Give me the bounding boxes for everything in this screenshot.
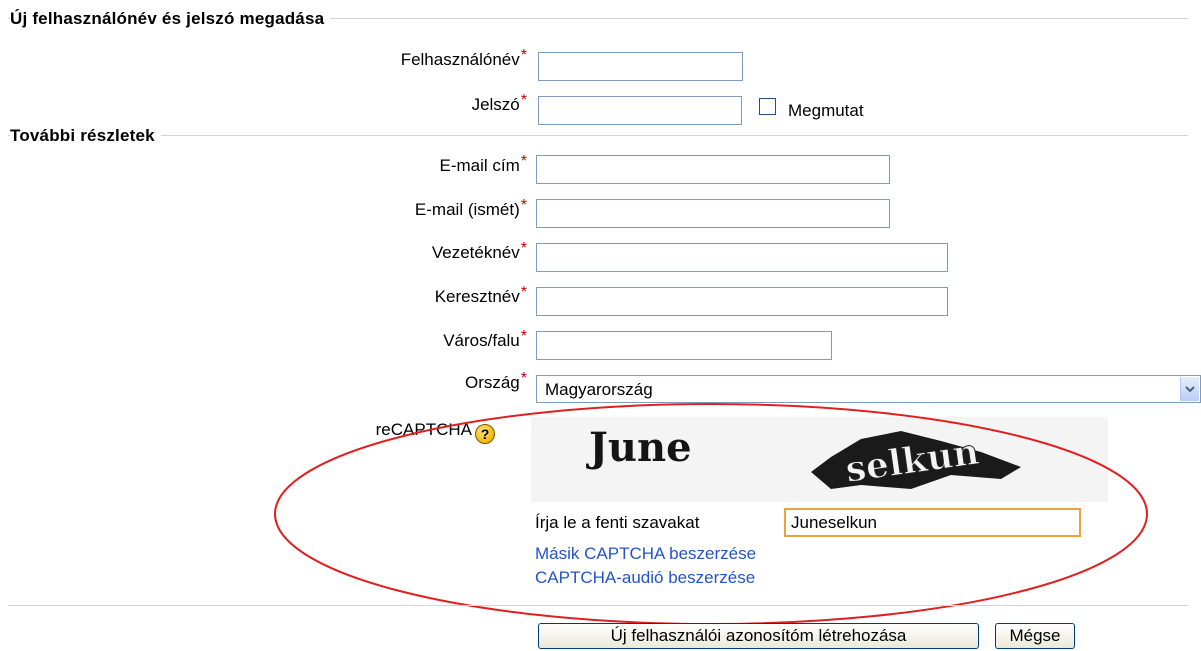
section-divider: [8, 135, 1188, 136]
get-another-captcha-link[interactable]: Másik CAPTCHA beszerzése: [535, 544, 756, 564]
required-mark: *: [520, 284, 527, 301]
lastname-label: Vezetéknév*: [431, 240, 527, 262]
firstname-input[interactable]: [536, 287, 948, 316]
required-mark: *: [520, 328, 527, 345]
country-selected-value: Magyarország: [545, 380, 653, 399]
username-label: Felhasználónév*: [400, 47, 527, 69]
recaptcha-label: reCAPTCHA: [375, 420, 472, 439]
form-separator: [8, 605, 1188, 606]
get-audio-captcha-link[interactable]: CAPTCHA-audió beszerzése: [535, 568, 755, 588]
email-repeat-input[interactable]: [536, 199, 890, 228]
country-select[interactable]: Magyarország: [536, 375, 1201, 403]
required-mark: *: [520, 47, 527, 64]
cancel-button[interactable]: Mégse: [995, 623, 1075, 649]
required-mark: *: [520, 153, 527, 170]
email-label: E-mail cím*: [439, 153, 527, 175]
required-mark: *: [520, 370, 527, 387]
firstname-label: Keresztnév*: [434, 284, 527, 306]
chevron-down-icon[interactable]: [1180, 377, 1199, 401]
captcha-prompt: Írja le a fenti szavakat: [535, 513, 700, 532]
captcha-image: June selkun: [531, 417, 1108, 502]
captcha-response-input[interactable]: [784, 508, 1081, 537]
password-input[interactable]: [538, 96, 742, 125]
required-mark: *: [520, 92, 527, 109]
password-label: Jelszó*: [471, 92, 527, 114]
show-password-label[interactable]: Megmutat: [788, 101, 864, 121]
help-icon[interactable]: ?: [475, 424, 495, 444]
create-account-button[interactable]: Új felhasználói azonosítóm létrehozása: [538, 623, 979, 649]
username-input[interactable]: [538, 52, 743, 81]
show-password-checkbox[interactable]: [759, 98, 776, 115]
city-input[interactable]: [536, 331, 832, 360]
city-label: Város/falu*: [443, 328, 527, 350]
email-repeat-label: E-mail (ismét)*: [414, 197, 527, 219]
section-title-login: Új felhasználónév és jelszó megadása: [10, 9, 331, 29]
country-label: Ország*: [464, 370, 527, 392]
lastname-input[interactable]: [536, 243, 948, 272]
email-input[interactable]: [536, 155, 890, 184]
required-mark: *: [520, 197, 527, 214]
section-title-details: További részletek: [10, 126, 161, 146]
required-mark: *: [520, 240, 527, 257]
captcha-word-1: June: [586, 424, 692, 471]
